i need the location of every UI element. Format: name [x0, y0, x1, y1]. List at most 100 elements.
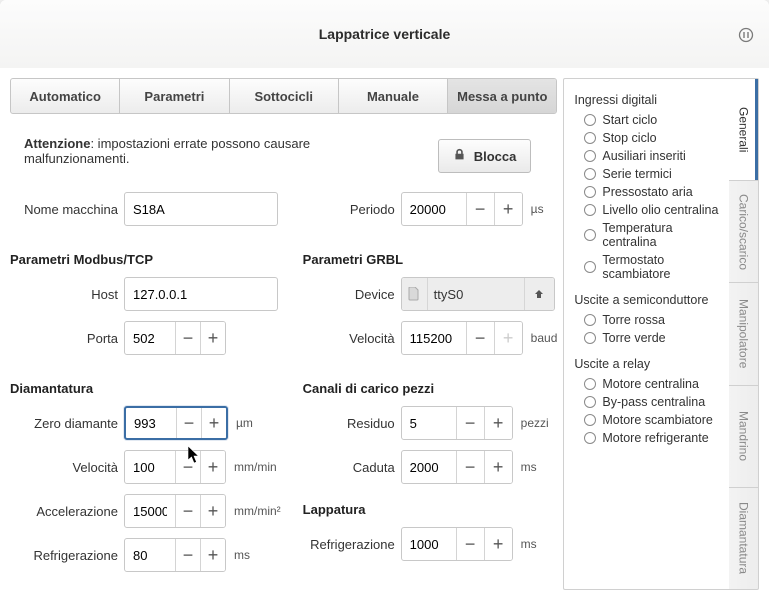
semiconductor-out-item[interactable]: Torre verde: [574, 329, 719, 347]
residuo-input[interactable]: [402, 407, 456, 439]
digital-in-item[interactable]: Termostato scambiatore: [574, 251, 719, 283]
radio-icon: [584, 332, 596, 344]
porta-increment[interactable]: +: [200, 322, 225, 354]
refrigerazione-lap-label: Refrigerazione: [303, 537, 395, 552]
host-label: Host: [10, 287, 118, 302]
refrigerazione-diam-increment[interactable]: +: [200, 539, 225, 571]
device-value: ttyS0: [428, 278, 524, 310]
device-label: Device: [303, 287, 395, 302]
periodo-increment[interactable]: +: [494, 193, 522, 225]
help-icon[interactable]: [737, 26, 755, 44]
vtab-manipolatore[interactable]: Manipolatore: [729, 283, 758, 385]
velocita-diam-input[interactable]: [125, 451, 175, 483]
porta-decrement[interactable]: −: [175, 322, 200, 354]
radio-icon: [584, 204, 596, 216]
residuo-label: Residuo: [303, 416, 395, 431]
digital-in-item[interactable]: Start ciclo: [574, 111, 719, 129]
radio-icon: [584, 396, 596, 408]
radio-icon: [584, 414, 596, 426]
digital-in-label: Start ciclo: [602, 113, 657, 127]
semiconductor-out-label: Torre rossa: [602, 313, 665, 327]
residuo-increment[interactable]: +: [484, 407, 512, 439]
relay-out-item[interactable]: Motore scambiatore: [574, 411, 719, 429]
vtab-mandrino[interactable]: Mandrino: [729, 386, 758, 488]
relay-out-title: Uscite a relay: [574, 357, 719, 371]
accelerazione-increment[interactable]: +: [200, 495, 225, 527]
relay-out-item[interactable]: Motore refrigerante: [574, 429, 719, 447]
host-input[interactable]: [124, 277, 278, 311]
accelerazione-input[interactable]: [125, 495, 175, 527]
vtab-carico-scarico[interactable]: Carico/scarico: [729, 181, 758, 283]
periodo-input[interactable]: [402, 193, 466, 225]
canali-header: Canali di carico pezzi: [303, 381, 558, 396]
semiconductor-out-item[interactable]: Torre rossa: [574, 311, 719, 329]
content-area: Automatico Parametri Sottocicli Manuale …: [0, 68, 769, 600]
porta-label: Porta: [10, 331, 118, 346]
relay-out-item[interactable]: By-pass centralina: [574, 393, 719, 411]
relay-out-label: Motore centralina: [602, 377, 699, 391]
lock-label: Blocca: [474, 149, 517, 164]
digital-in-title: Ingressi digitali: [574, 93, 719, 107]
velocita-grbl-decrement[interactable]: −: [466, 322, 494, 354]
refrigerazione-lap-decrement[interactable]: −: [456, 528, 484, 560]
digital-in-item[interactable]: Pressostato aria: [574, 183, 719, 201]
zero-diamante-increment[interactable]: +: [201, 408, 226, 438]
device-chooser[interactable]: ttyS0: [401, 277, 555, 311]
caduta-increment[interactable]: +: [484, 451, 512, 483]
tab-parametri[interactable]: Parametri: [120, 79, 229, 113]
digital-in-label: Termostato scambiatore: [602, 253, 719, 281]
vtab-diamantatura[interactable]: Diamantatura: [729, 488, 758, 589]
right-panel: Ingressi digitali Start ciclo Stop ciclo A…: [563, 78, 759, 590]
velocita-diam-decrement[interactable]: −: [175, 451, 200, 483]
tab-manuale[interactable]: Manuale: [339, 79, 448, 113]
caduta-unit: ms: [521, 460, 537, 474]
tab-messa-a-punto[interactable]: Messa a punto: [448, 79, 556, 113]
semiconductor-out-label: Torre verde: [602, 331, 665, 345]
accelerazione-decrement[interactable]: −: [175, 495, 200, 527]
diamantatura-header: Diamantatura: [10, 381, 281, 396]
radio-icon: [584, 186, 596, 198]
digital-in-item[interactable]: Serie termici: [574, 165, 719, 183]
residuo-decrement[interactable]: −: [456, 407, 484, 439]
caduta-decrement[interactable]: −: [456, 451, 484, 483]
digital-in-item[interactable]: Ausiliari inseriti: [574, 147, 719, 165]
velocita-diam-label: Velocità: [10, 460, 118, 475]
device-up-button[interactable]: [524, 278, 554, 310]
refrigerazione-diam-decrement[interactable]: −: [175, 539, 200, 571]
window-title: Lappatrice verticale: [319, 26, 451, 42]
velocita-diam-increment[interactable]: +: [200, 451, 225, 483]
relay-out-label: By-pass centralina: [602, 395, 705, 409]
caduta-label: Caduta: [303, 460, 395, 475]
digital-in-item[interactable]: Stop ciclo: [574, 129, 719, 147]
warning-text: Attenzione: impostazioni errate possono …: [10, 136, 418, 166]
digital-in-item[interactable]: Livello olio centralina: [574, 201, 719, 219]
refrigerazione-lap-input[interactable]: [402, 528, 456, 560]
left-pane: Automatico Parametri Sottocicli Manuale …: [10, 78, 557, 590]
refrigerazione-lap-increment[interactable]: +: [484, 528, 512, 560]
radio-icon: [584, 132, 596, 144]
refrigerazione-diam-input[interactable]: [125, 539, 175, 571]
radio-icon: [584, 432, 596, 444]
app-window: Lappatrice verticale Automatico Parametr…: [0, 0, 769, 600]
refrigerazione-diam-label: Refrigerazione: [10, 548, 118, 563]
tab-sottocicli[interactable]: Sottocicli: [230, 79, 339, 113]
io-panel: Ingressi digitali Start ciclo Stop ciclo A…: [563, 78, 729, 590]
relay-out-item[interactable]: Motore centralina: [574, 375, 719, 393]
nome-macchina-input[interactable]: [124, 192, 278, 226]
accelerazione-unit: mm/min²: [234, 504, 281, 518]
digital-in-item[interactable]: Temperatura centralina: [574, 219, 719, 251]
periodo-decrement[interactable]: −: [466, 193, 494, 225]
zero-diamante-decrement[interactable]: −: [176, 408, 201, 438]
tab-automatico[interactable]: Automatico: [11, 79, 120, 113]
vtab-generali[interactable]: Generali: [729, 79, 758, 181]
zero-diamante-input[interactable]: [126, 408, 176, 438]
radio-icon: [584, 150, 596, 162]
caduta-input[interactable]: [402, 451, 456, 483]
velocita-grbl-input[interactable]: [402, 322, 466, 354]
porta-input[interactable]: [125, 322, 175, 354]
digital-in-label: Stop ciclo: [602, 131, 656, 145]
zero-diamante-label: Zero diamante: [10, 416, 118, 431]
modbus-header: Parametri Modbus/TCP: [10, 252, 281, 267]
lock-button[interactable]: Blocca: [438, 139, 532, 173]
lappatura-header: Lappatura: [303, 502, 558, 517]
